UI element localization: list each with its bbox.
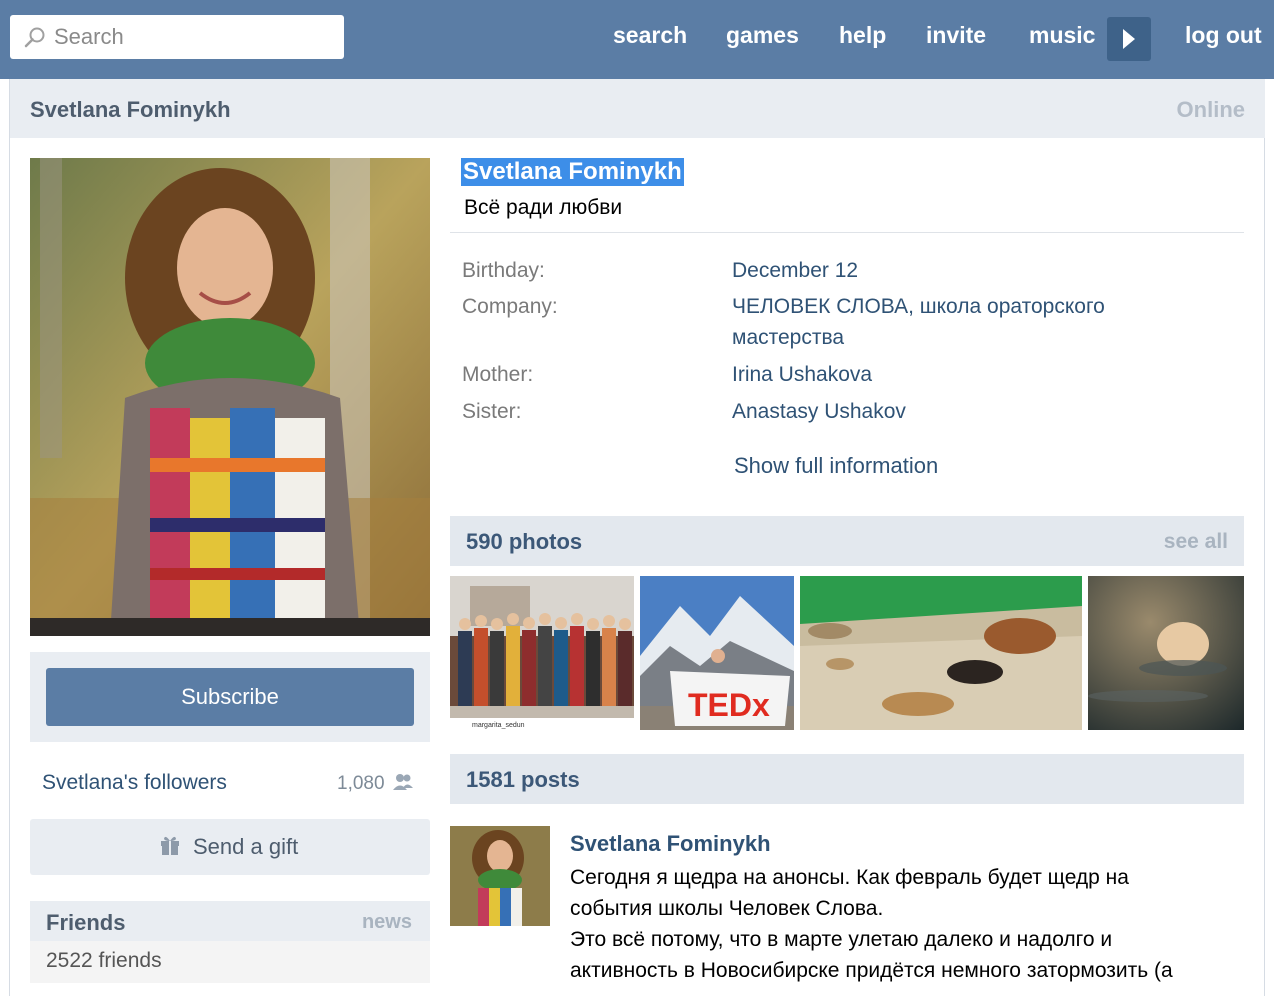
send-gift-label: Send a gift: [193, 834, 299, 859]
see-all-photos-link[interactable]: see all: [1164, 530, 1228, 554]
music-play-button[interactable]: [1107, 17, 1151, 61]
subscribe-panel: Subscribe: [30, 652, 430, 742]
company-label: Company:: [462, 295, 558, 318]
nav-invite[interactable]: invite: [926, 22, 986, 49]
birthday-value[interactable]: December 12: [732, 255, 1152, 286]
profile-status: Всё ради любви: [464, 196, 623, 219]
profile-name: Svetlana Fominykh: [461, 158, 684, 186]
post-text-line: Сегодня я щедра на анонсы. Как февраль б…: [570, 866, 1129, 889]
search-placeholder: Search: [54, 24, 124, 49]
post-author-name[interactable]: Svetlana Fominykh: [570, 831, 771, 857]
nav-music[interactable]: music: [1029, 22, 1095, 49]
profile-name-bar: Svetlana Fominykh Online: [10, 79, 1265, 138]
nav-games[interactable]: games: [726, 22, 799, 49]
avatar-photo: [30, 158, 430, 636]
nav-search[interactable]: search: [613, 22, 687, 49]
top-bar: Search search games help invite music lo…: [0, 0, 1274, 79]
photos-count-title[interactable]: 590 photos: [466, 529, 582, 555]
post-text-line: активность в Новосибирске придётся немно…: [570, 959, 1173, 982]
friends-count-row[interactable]: 2522 friends: [30, 941, 430, 983]
play-icon: [1123, 29, 1135, 49]
show-full-info-link[interactable]: Show full information: [734, 453, 938, 479]
photo-thumbnail-2[interactable]: TEDx: [640, 576, 794, 730]
subscribe-button[interactable]: Subscribe: [46, 668, 414, 726]
followers-count: 1,080: [337, 773, 385, 794]
sister-value[interactable]: Anastasy Ushakov: [732, 396, 1152, 427]
gift-icon: [161, 836, 179, 855]
logout-link[interactable]: log out: [1185, 22, 1262, 49]
divider: [450, 232, 1244, 233]
search-input[interactable]: Search: [10, 15, 344, 59]
photos-header: 590 photos see all: [450, 516, 1244, 566]
sister-label: Sister:: [462, 400, 522, 423]
send-gift-button[interactable]: Send a gift: [30, 819, 430, 875]
birthday-label: Birthday:: [462, 259, 545, 282]
photo-thumbnail-4[interactable]: [1088, 576, 1244, 730]
mother-value[interactable]: Irina Ushakova: [732, 359, 1152, 390]
bar-profile-name: Svetlana Fominykh: [30, 97, 231, 122]
tedx-banner-text: TEDx: [688, 687, 770, 723]
search-icon: [24, 27, 45, 48]
photo-thumbnail-3[interactable]: [800, 576, 1082, 730]
friends-title[interactable]: Friends: [46, 910, 125, 936]
mother-label: Mother:: [462, 363, 534, 386]
friends-news-link[interactable]: news: [362, 911, 412, 934]
post-author-avatar[interactable]: [450, 826, 550, 926]
post-text: Сегодня я щедра на анонсы. Как февраль б…: [570, 862, 1220, 986]
profile-avatar[interactable]: [30, 158, 430, 636]
followers-icon: [393, 774, 413, 790]
online-status: Online: [1176, 97, 1245, 122]
followers-link[interactable]: Svetlana's followers: [42, 771, 227, 795]
post-text-line: события школы Человек Слова.: [570, 897, 884, 920]
nav-help[interactable]: help: [839, 22, 886, 49]
post-text-line: Это всё потому, что в марте улетаю далек…: [570, 928, 1113, 951]
photo-thumbnail-1[interactable]: margarita_sedun: [450, 576, 634, 730]
friends-header: Friends news: [30, 901, 430, 941]
company-value[interactable]: ЧЕЛОВЕК СЛОВА, школа ораторского мастерс…: [732, 291, 1152, 353]
friends-count: 2522 friends: [46, 949, 162, 972]
posts-header: 1581 posts: [450, 754, 1244, 804]
posts-count-title[interactable]: 1581 posts: [466, 767, 580, 793]
photo-caption: margarita_sedun: [472, 722, 525, 729]
